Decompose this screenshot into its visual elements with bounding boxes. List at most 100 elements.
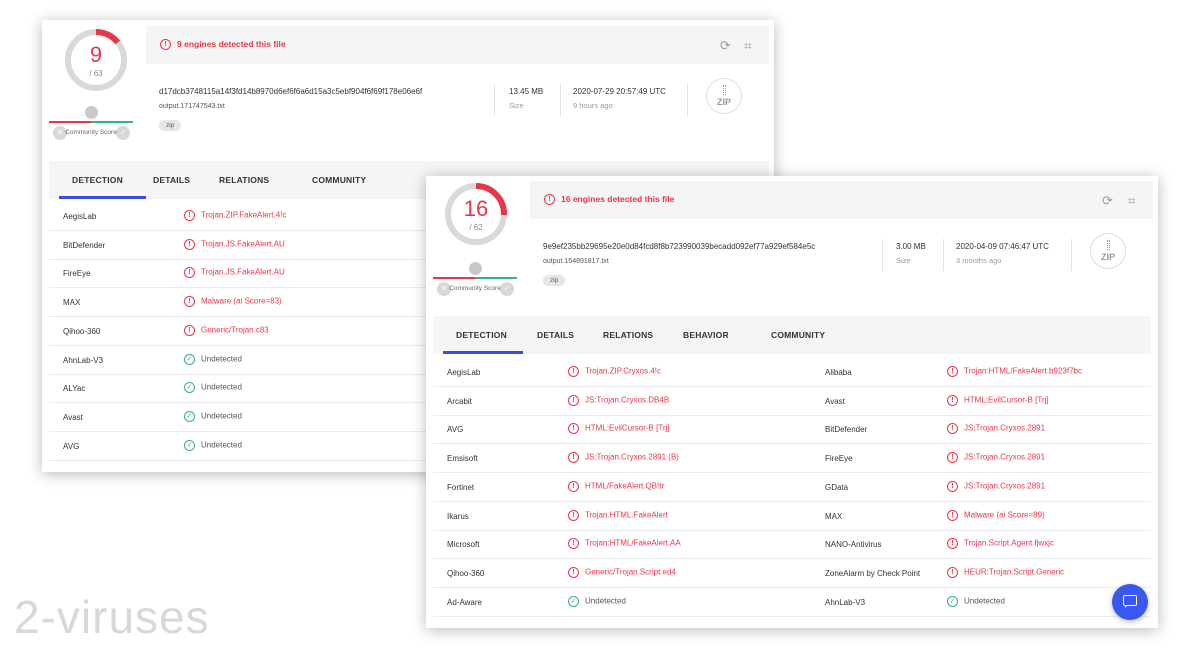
tab-community[interactable]: COMMUNITY [312,175,366,185]
engine-name: FireEye [63,269,91,279]
detection-result: ✓ Undetected [568,595,626,607]
file-tag[interactable]: zip [543,275,566,286]
upvote-icon[interactable]: ✓ [116,126,130,140]
alert-icon: ! [568,538,579,550]
detection-result-text: Undetected [201,440,242,450]
file-hash[interactable]: d17dcb3748115a14f3fd14b8970d6ef6f6a6d15a… [159,87,422,96]
file-tag[interactable]: zip [159,120,182,131]
tab-relations[interactable]: RELATIONS [603,330,653,340]
upvote-icon[interactable]: ✓ [500,282,514,296]
engine-name: Ad-Aware [447,597,482,607]
detection-banner: ! 9 engines detected this file ⟳ ⌗ [146,26,769,64]
chat-button[interactable] [1112,584,1148,620]
table-row: Qihoo-360! Generic/Trojan.Script.ed4 ZoneA… [433,559,1151,588]
detection-result-text: Trojan.ZIP.FakeAlert.4!c [201,210,287,220]
tab-detection[interactable]: DETECTION [72,175,123,185]
alert-icon: ! [947,480,958,492]
detection-result: ✓ Undetected [947,595,1005,607]
community-bar-positive [475,277,517,279]
community-score-label: Community Score [449,285,501,292]
community-score: ✕ ✓ Community Score [433,262,517,312]
alert-icon: ! [568,480,579,492]
detection-result: ! HTML/FakeAlert.QB!tr [568,480,665,492]
divider [1071,239,1072,271]
reanalyze-icon[interactable]: ⟳ [1102,193,1113,209]
detection-result: ! HEUR:Trojan.Script.Generic [947,566,1064,578]
detection-result-text: Trojan.JS.FakeAlert.AU [201,239,285,249]
detection-score-gauge: 16 / 62 [444,182,508,246]
engine-name: NANO-Antivirus [825,540,882,550]
community-marker-icon [85,106,98,119]
alert-icon: ! [544,194,555,206]
alert-icon: ! [568,452,579,464]
engine-name: AegisLab [63,212,97,221]
detection-result: ✓ Undetected [184,353,242,365]
tab-details[interactable]: DETAILS [537,330,574,340]
table-row: Emsisoft! JS:Trojan.Cryxos.2891 (B) FireEy… [433,444,1151,474]
engine-name: Qihoo-360 [447,568,485,578]
engine-name: AegisLab [447,368,481,377]
reanalyze-icon[interactable]: ⟳ [720,38,731,54]
detection-result-text: Trojan.Script.Agent.fjwxjc [964,538,1054,548]
engine-total: / 62 [469,223,483,232]
detection-result: ! JS:Trojan.Cryxos.2891 [947,452,1046,464]
divider [687,84,688,116]
detection-result: ✓ Undetected [184,410,242,422]
zipper-icon [1107,240,1110,250]
detection-result-text: Undetected [201,382,242,392]
engine-name: BitDefender [825,425,868,435]
detection-result: ! Trojan.HTML.FakeAlert [568,509,668,521]
engine-name: ALYac [63,384,86,394]
detection-result: ! HTML:EvilCursor-B [Trj] [568,423,670,435]
engine-name: Fortinet [447,482,475,492]
analysis-date: 2020-04-09 07:46:47 UTC [956,242,1049,251]
alert-icon: ! [184,296,195,308]
detection-result-text: HTML/FakeAlert.QB!tr [585,481,665,491]
detection-score-gauge: 9 / 63 [64,28,128,92]
detection-result-text: JS:Trojan.Cryxos.2891 [964,452,1046,462]
detection-result-text: Generic/Trojan.c83 [201,325,269,335]
detection-result-text: Malware (ai Score=83) [201,296,282,306]
check-icon: ✓ [184,410,195,422]
tab-relations[interactable]: RELATIONS [219,175,269,185]
engine-name: Ikarus [447,511,469,521]
tab-details[interactable]: DETAILS [153,175,190,185]
engine-name: FireEye [825,454,853,464]
chat-bubble-tail [1125,605,1128,608]
tab-detection[interactable]: DETECTION [456,330,507,340]
detection-message-text: 9 engines detected this file [177,39,286,49]
detection-result: ! HTML:EvilCursor-B [Trj] [947,394,1049,406]
alert-icon: ! [568,566,579,578]
detection-result: ! JS:Trojan.Cryxos.2891 [947,480,1045,492]
similar-files-icon[interactable]: ⌗ [1128,193,1135,209]
check-icon: ✓ [184,439,195,451]
table-row: Ad-Aware ✓ Undetected AhnLab-V3 ✓ Undetected [433,588,1151,617]
alert-icon: ! [568,509,579,521]
check-icon: ✓ [184,382,195,394]
alert-icon: ! [568,366,579,377]
table-row: AegisLab! Trojan.ZIP.Cryxos.4!c Alibaba! Tr… [433,358,1151,387]
table-row: Ikarus! Trojan.HTML.FakeAlert MAX! Malware … [433,502,1151,531]
tab-behavior[interactable]: BEHAVIOR [683,330,729,340]
engine-name: AhnLab-V3 [825,597,866,607]
engine-name: GData [825,482,849,492]
detection-count: 9 [89,42,103,67]
detection-result-text: Undetected [964,596,1005,606]
detection-result: ! JS:Trojan.Cryxos.2891 (B) [568,452,679,464]
alert-icon: ! [947,566,958,578]
community-score-label: Community Score [65,129,117,136]
detection-result-text: Trojan.ZIP.Cryxos.4!c [585,366,662,376]
active-tab-indicator [443,351,523,354]
similar-files-icon[interactable]: ⌗ [744,38,751,54]
table-row: AVG! HTML:EvilCursor-B [Trj] BitDefender! J… [433,415,1151,445]
file-size: 3.00 MB [896,242,926,251]
detection-result: ✓ Undetected [184,382,242,394]
detection-result: ✓ Undetected [184,439,242,451]
alert-icon: ! [947,538,958,550]
tab-community[interactable]: COMMUNITY [771,330,825,340]
alert-icon: ! [947,509,958,521]
detection-result: ! JS:Trojan.Cryxos.2891 [947,423,1045,435]
detection-result: ! Malware (ai Score=83) [184,296,282,308]
community-score: ✕ ✓ Community Score [49,106,133,156]
file-hash[interactable]: 9e9ef235bb29695e20e0d84fcd8f8b723990039b… [543,242,815,251]
